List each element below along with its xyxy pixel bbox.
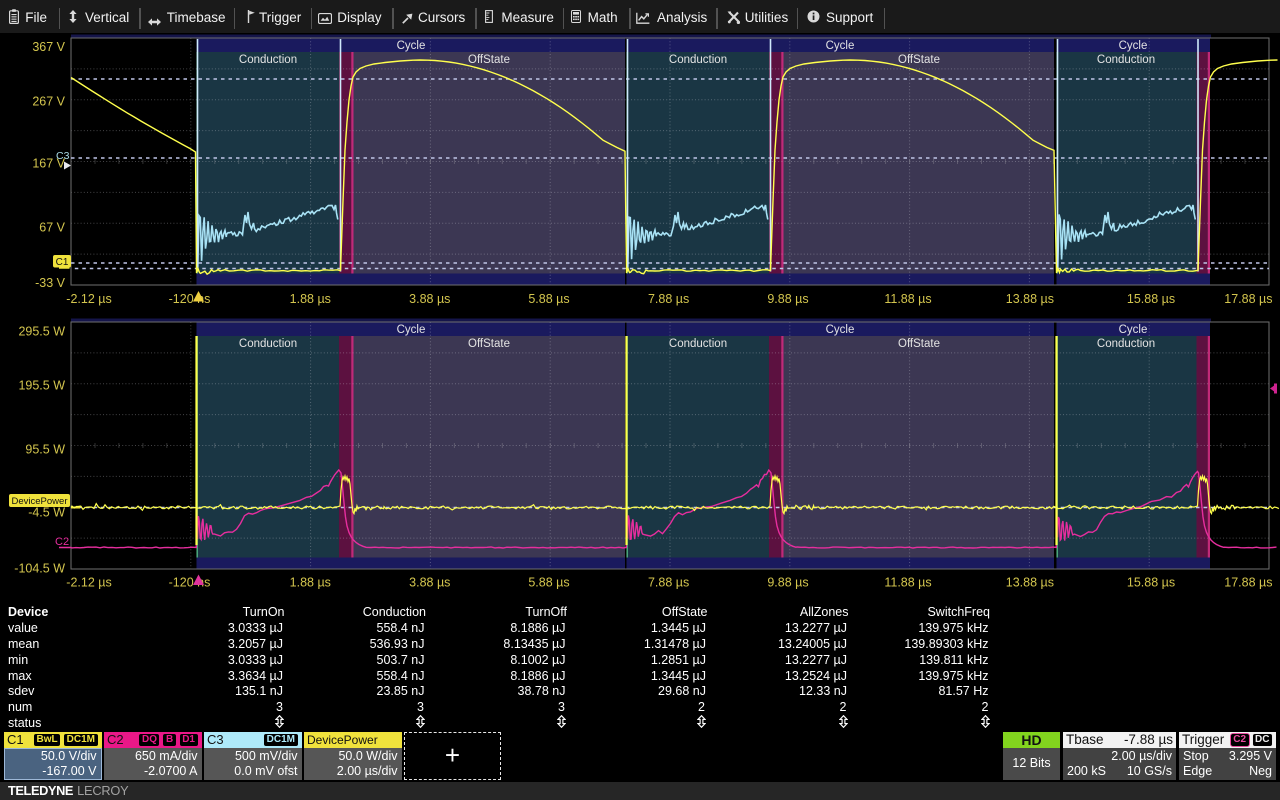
svg-text:11.88 µs: 11.88 µs (884, 575, 931, 589)
svg-text:1.88 µs: 1.88 µs (290, 575, 331, 589)
svg-text:-2.12 µs: -2.12 µs (66, 575, 111, 589)
svg-text:Cycle: Cycle (826, 324, 855, 336)
svg-text:-120 ns: -120 ns (169, 575, 211, 589)
svg-text:OffState: OffState (468, 338, 510, 350)
svg-text:-4.5 W: -4.5 W (28, 505, 65, 519)
svg-text:DevicePower: DevicePower (12, 496, 68, 507)
svg-text:9.88 µs: 9.88 µs (767, 575, 808, 589)
svg-text:15.88 µs: 15.88 µs (1127, 575, 1175, 589)
svg-text:Cycle: Cycle (1119, 324, 1148, 336)
svg-text:-104.5 W: -104.5 W (14, 562, 65, 576)
svg-text:Conduction: Conduction (1097, 338, 1155, 350)
svg-text:Cycle: Cycle (397, 324, 426, 336)
svg-text:295.5 W: 295.5 W (18, 325, 65, 339)
svg-text:5.88 µs: 5.88 µs (528, 575, 569, 589)
svg-text:3.88 µs: 3.88 µs (409, 575, 450, 589)
svg-text:195.5 W: 195.5 W (18, 379, 65, 393)
svg-text:C2: C2 (55, 536, 69, 548)
svg-text:7.88 µs: 7.88 µs (648, 575, 689, 589)
svg-text:Conduction: Conduction (669, 338, 727, 350)
svg-text:17.88 µs: 17.88 µs (1224, 575, 1272, 589)
svg-text:95.5 W: 95.5 W (25, 443, 65, 457)
svg-text:OffState: OffState (898, 338, 940, 350)
svg-text:13.88 µs: 13.88 µs (1006, 575, 1054, 589)
svg-text:Conduction: Conduction (239, 338, 297, 350)
